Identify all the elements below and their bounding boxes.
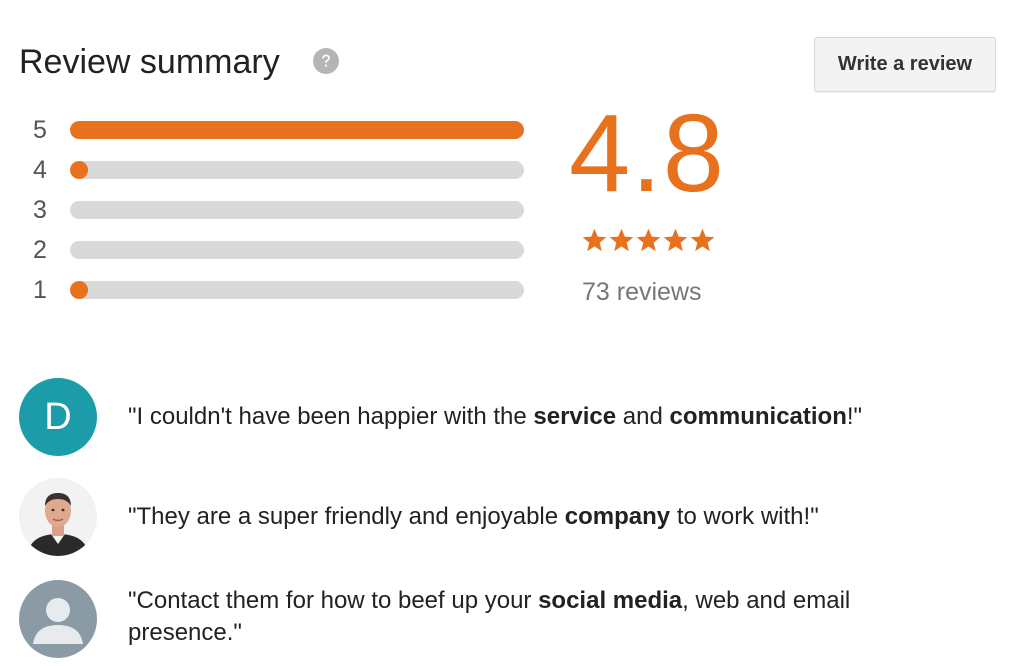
rating-row-label: 1 <box>33 276 47 304</box>
quote-text: "I couldn't have been happier with the <box>128 403 534 430</box>
quote-highlight: social media <box>538 587 683 614</box>
rating-bar-track <box>70 281 524 299</box>
write-review-button[interactable]: Write a review <box>814 37 996 92</box>
quote-text: to work with!" <box>670 503 819 530</box>
rating-bar-track <box>70 161 524 179</box>
quote-highlight: service <box>533 403 617 430</box>
rating-bar-fill <box>70 121 524 139</box>
rating-row-label: 3 <box>33 196 47 224</box>
rating-bar-track <box>70 241 524 259</box>
star-icon <box>636 228 661 252</box>
rating-bar-track <box>70 201 524 219</box>
quote-text: "Contact them for how to beef up your <box>128 587 539 614</box>
rating-row-3[interactable]: 3 <box>29 190 529 230</box>
quote-text: and <box>616 403 670 430</box>
rating-row-2[interactable]: 2 <box>29 230 529 270</box>
rating-bar-track <box>70 121 524 139</box>
review-snippet-2: "They are a super friendly and enjoyable… <box>19 478 1009 558</box>
star-icon <box>690 228 715 252</box>
star-icon <box>609 228 634 252</box>
star-icon <box>582 228 607 252</box>
review-snippet-3: "Contact them for how to beef up your so… <box>19 580 1009 660</box>
rating-row-5[interactable]: 5 <box>29 110 529 150</box>
review-count-link[interactable]: 73 reviews <box>582 276 702 308</box>
star-rating <box>581 227 716 257</box>
average-score: 4.8 <box>569 92 725 215</box>
quote-highlight: communication <box>669 403 847 430</box>
quote-text: "They are a super friendly and enjoyable <box>128 503 565 530</box>
rating-row-1[interactable]: 1 <box>29 270 529 310</box>
rating-row-label: 4 <box>33 156 47 184</box>
review-quote: "Contact them for how to beef up your so… <box>128 585 948 649</box>
review-snippet-1: D "I couldn't have been happier with the… <box>19 378 1009 458</box>
quote-highlight: company <box>564 503 671 530</box>
rating-bar-fill <box>70 161 89 179</box>
review-quote: "I couldn't have been happier with the s… <box>128 401 948 433</box>
default-user-avatar <box>19 580 97 658</box>
star-icon <box>663 228 688 252</box>
rating-row-4[interactable]: 4 <box>29 150 529 190</box>
quote-text: !" <box>846 403 863 430</box>
rating-row-label: 5 <box>33 116 47 144</box>
rating-row-label: 2 <box>33 236 47 264</box>
rating-bar-fill <box>70 281 89 299</box>
page-title: Review summary <box>19 43 280 81</box>
help-icon[interactable] <box>313 48 339 74</box>
letter-avatar: D <box>19 378 97 456</box>
photo-avatar <box>19 478 97 556</box>
review-quote: "They are a super friendly and enjoyable… <box>128 501 948 533</box>
